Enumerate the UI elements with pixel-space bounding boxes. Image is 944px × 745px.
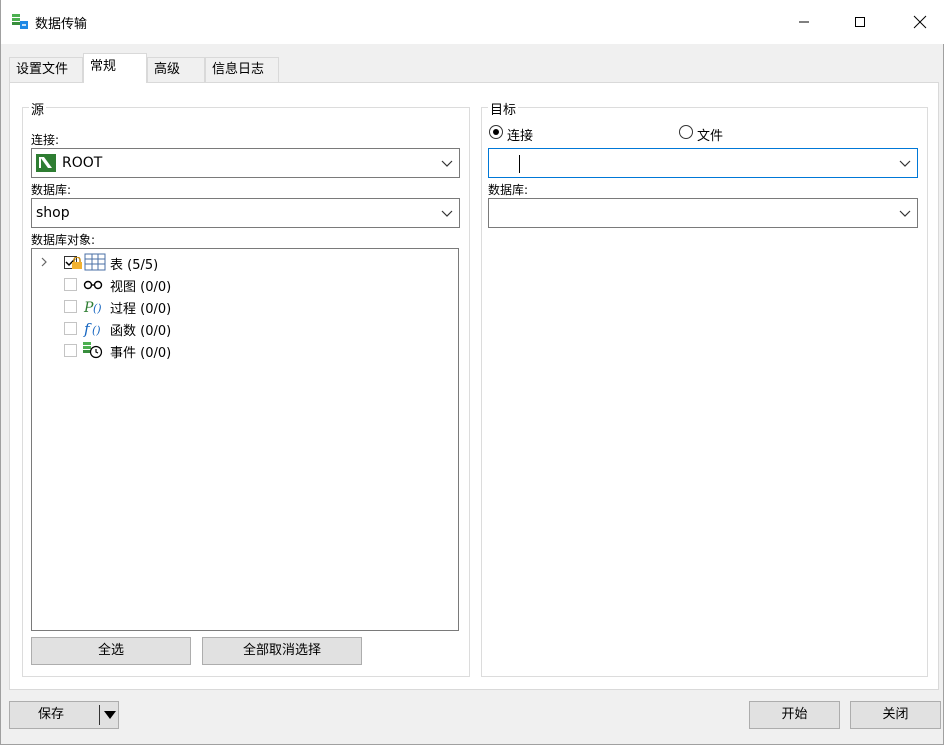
svg-text:(): () [93, 302, 102, 315]
table-icon [84, 253, 106, 271]
tree-item-label: 视图 (0/0) [110, 280, 172, 295]
source-database-label: 数据库: [31, 183, 72, 197]
tab-label: 常规 [90, 59, 117, 74]
source-connection-value: ROOT [62, 155, 103, 171]
events-checkbox[interactable] [64, 344, 77, 357]
text-cursor [519, 155, 520, 173]
function-icon: f () [83, 320, 101, 337]
view-glasses-icon [83, 280, 103, 290]
source-connection-label: 连接: [31, 133, 60, 147]
target-connection-select[interactable] [488, 148, 918, 178]
target-legend: 目标 [488, 99, 519, 118]
data-transfer-app-icon [12, 14, 28, 29]
source-legend: 源 [29, 99, 47, 118]
save-button-label: 保存 [38, 707, 65, 722]
functions-checkbox[interactable] [64, 322, 77, 335]
chevron-down-icon [899, 210, 911, 217]
database-objects-tree[interactable]: 表 (5/5) 视图 (0/0) P () 过程 (0/0) f () 函数 (… [31, 248, 459, 631]
tab-message-log[interactable]: 信息日志 [205, 57, 279, 83]
chevron-down-icon [441, 210, 453, 217]
tree-item-tables[interactable]: 表 (5/5) [32, 251, 452, 273]
tree-item-views[interactable]: 视图 (0/0) [32, 273, 452, 295]
tab-general[interactable]: 常规 [83, 53, 147, 83]
select-all-button[interactable]: 全选 [31, 637, 191, 665]
lock-icon [72, 257, 82, 269]
tree-item-events[interactable]: 事件 (0/0) [32, 339, 452, 361]
svg-text:f: f [83, 320, 92, 337]
target-connection-radio[interactable] [489, 125, 503, 139]
tab-content-general: 源 连接: ROOT 数据库: shop 数据库对象: 表 (5/5) 视图 (… [9, 82, 939, 690]
target-database-label: 数据库: [488, 183, 529, 197]
mysql-connection-icon [36, 154, 56, 172]
tree-item-label: 事件 (0/0) [110, 346, 172, 361]
start-button[interactable]: 开始 [749, 701, 840, 729]
source-database-value: shop [36, 205, 70, 221]
procedure-icon: P () [83, 300, 102, 315]
deselect-all-button[interactable]: 全部取消选择 [202, 637, 362, 665]
close-window-button[interactable] [897, 0, 943, 44]
tab-advanced[interactable]: 高级 [147, 57, 205, 83]
target-connection-radio-label[interactable]: 连接 [507, 125, 533, 144]
target-group: 目标 [481, 99, 928, 677]
tree-item-procedures[interactable]: P () 过程 (0/0) [32, 295, 452, 317]
window-title: 数据传输 [35, 17, 88, 32]
save-button[interactable]: 保存 [9, 701, 119, 729]
source-connection-select[interactable]: ROOT [31, 148, 460, 178]
minimize-icon [799, 21, 809, 23]
data-transfer-window: 数据传输 设置文件 常规 高级 信息日志 源 连接: ROOT 数据库: sho… [0, 0, 944, 745]
tree-item-label: 表 (5/5) [110, 258, 159, 273]
tab-label: 高级 [154, 62, 181, 77]
maximize-icon [855, 17, 865, 27]
chevron-down-icon [441, 160, 453, 167]
views-checkbox[interactable] [64, 278, 77, 291]
database-objects-label: 数据库对象: [31, 233, 96, 247]
tree-item-functions[interactable]: f () 函数 (0/0) [32, 317, 452, 339]
tab-label: 信息日志 [212, 62, 265, 77]
save-dropdown-separator [99, 705, 100, 725]
title-bar: 数据传输 [1, 0, 944, 44]
tab-settings-file[interactable]: 设置文件 [9, 57, 83, 83]
svg-text:(): () [92, 324, 101, 337]
expand-arrow-icon[interactable] [39, 256, 49, 268]
tree-item-label: 过程 (0/0) [110, 302, 172, 317]
minimize-button[interactable] [781, 0, 827, 44]
tree-item-label: 函数 (0/0) [110, 324, 172, 339]
target-database-select[interactable] [488, 198, 918, 228]
tab-label: 设置文件 [16, 62, 69, 77]
source-database-select[interactable]: shop [31, 198, 460, 228]
procedures-checkbox[interactable] [64, 300, 77, 313]
close-button[interactable]: 关闭 [850, 701, 941, 729]
maximize-button[interactable] [837, 0, 883, 44]
chevron-down-icon [899, 160, 911, 167]
close-icon [913, 15, 927, 29]
target-file-radio[interactable] [679, 125, 693, 139]
dropdown-arrow-icon[interactable] [104, 711, 116, 720]
target-file-radio-label[interactable]: 文件 [697, 125, 723, 144]
event-clock-icon [83, 342, 103, 359]
